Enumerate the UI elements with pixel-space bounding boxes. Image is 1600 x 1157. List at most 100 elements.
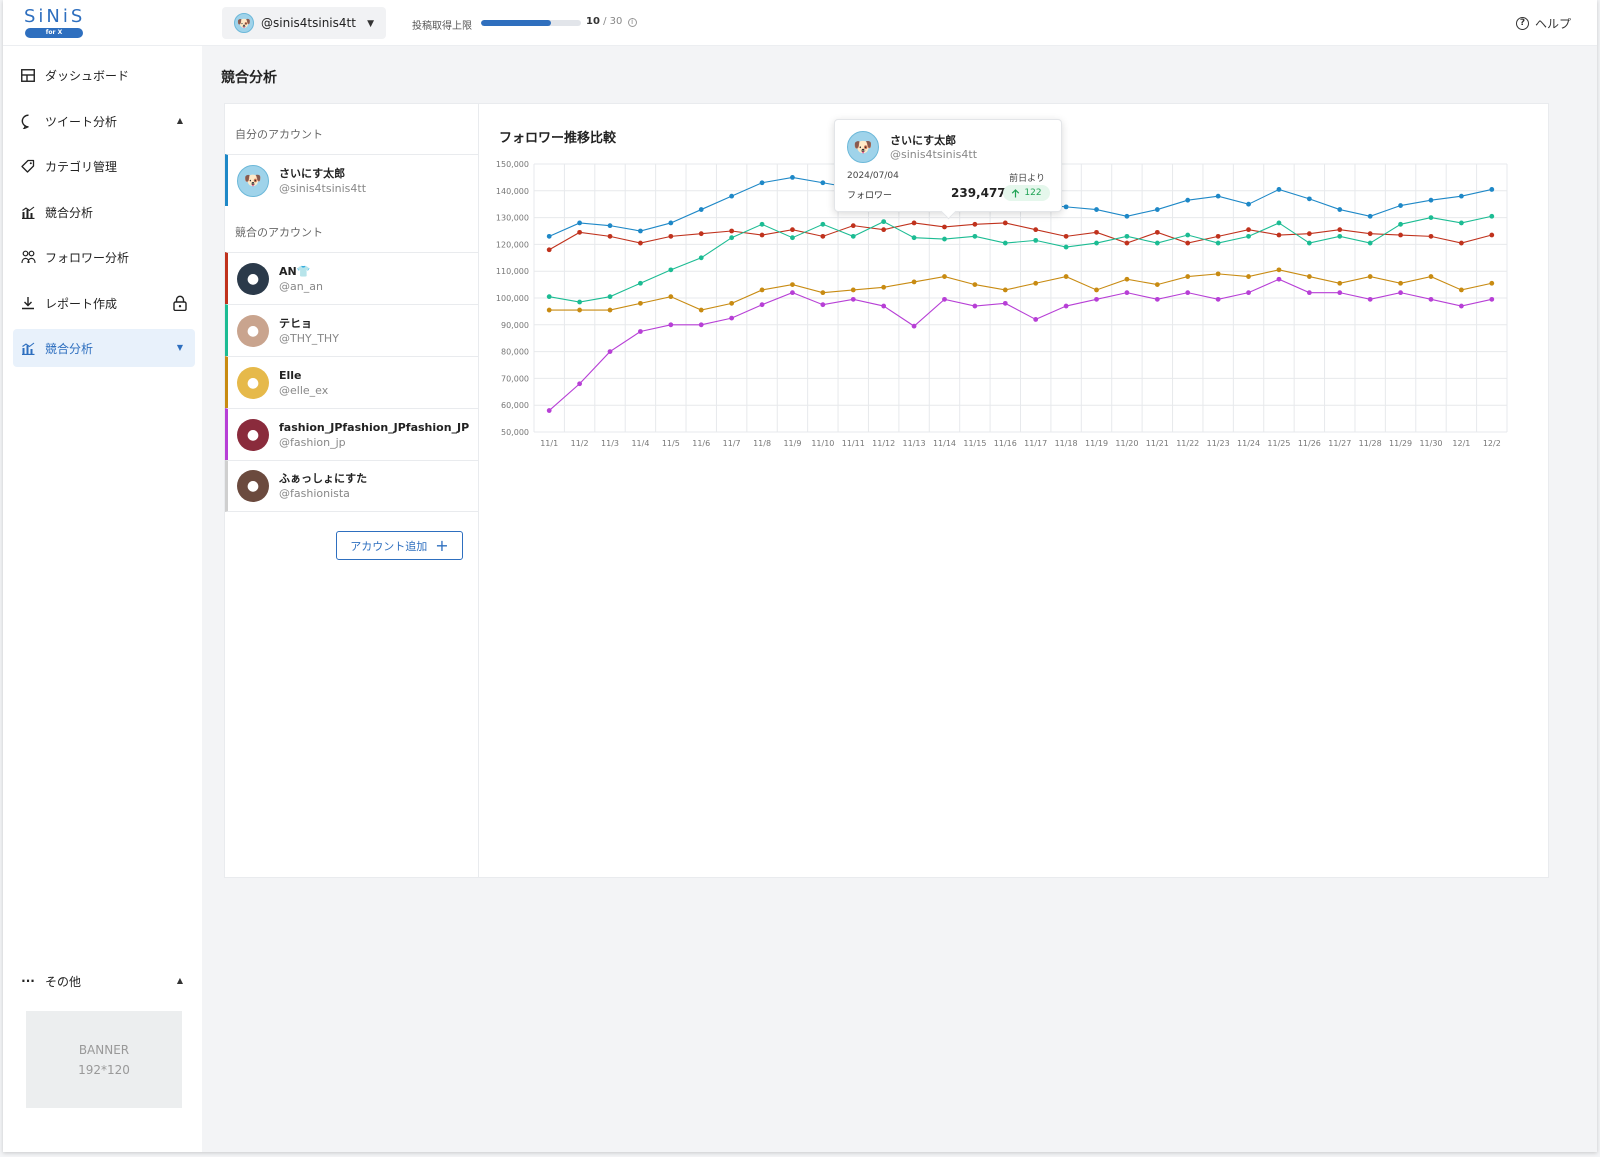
competitor-row[interactable]: ● ふぁっしょにすた @fashionista [225, 460, 478, 512]
series-point [1154, 282, 1160, 287]
avatar: ● [237, 470, 269, 502]
series-point [577, 381, 583, 387]
app-logo[interactable]: SiNiS for X [24, 8, 84, 38]
help-link[interactable]: ? ヘルプ [1515, 15, 1571, 32]
series-point [698, 255, 704, 261]
competitor-row[interactable]: ● fashion_JPfashion_JPfashion_JP @fashio… [225, 408, 478, 460]
sidebar-item-label: カテゴリ管理 [45, 159, 118, 174]
account-handle: @elle_ex [279, 383, 329, 397]
sidebar-item-label: 競合分析 [45, 341, 94, 356]
x-tick-label: 12/1 [1452, 439, 1470, 448]
sidebar-item-tweet-analysis[interactable]: ツイート分析 ▲ [13, 102, 195, 140]
sidebar-item-label: ダッシュボード [45, 68, 130, 83]
series-point [729, 315, 735, 321]
series-point [820, 221, 826, 227]
series-point [850, 296, 856, 302]
ad-banner[interactable]: BANNER 192*120 [26, 1011, 182, 1108]
account-handle: @an_an [279, 279, 323, 293]
sidebar-item-more[interactable]: ··· その他 ▲ [13, 962, 195, 1000]
account-name: テヒョ [279, 316, 312, 330]
tooltip-date: 2024/07/04 [847, 171, 899, 181]
y-tick-label: 60,000 [501, 401, 529, 410]
series-point [1276, 220, 1282, 226]
download-icon [20, 295, 36, 311]
expand-arrow-icon[interactable]: ▼ [177, 343, 183, 352]
account-switcher[interactable]: 🐶 @sinis4tsinis4tt ▼ [222, 7, 386, 39]
own-account-row[interactable]: 🐶 さいにす太郎 @sinis4tsinis4tt [225, 154, 478, 206]
series-point [1215, 193, 1221, 199]
series-point [820, 290, 826, 296]
series-point [942, 224, 947, 230]
x-tick-label: 11/16 [994, 439, 1017, 448]
x-tick-label: 11/3 [601, 439, 619, 448]
x-tick-label: 11/15 [963, 439, 986, 448]
series-point [1124, 290, 1130, 296]
series-point [1489, 213, 1495, 219]
x-tick-label: 11/20 [1115, 439, 1138, 448]
series-point [1398, 232, 1403, 238]
sidebar-item-report[interactable]: レポート作成 [13, 284, 195, 322]
series-point [1306, 290, 1312, 296]
info-icon[interactable]: i [627, 18, 637, 27]
quota-label: 投稿取得上限 [412, 21, 472, 32]
series-point [1063, 303, 1069, 309]
arrow-up-icon [1012, 188, 1020, 197]
series-point [1124, 213, 1130, 219]
series-point [607, 223, 613, 229]
avatar: 🐶 [237, 164, 269, 197]
series-point [1094, 229, 1099, 235]
series-point [1185, 232, 1191, 238]
series-point [1398, 290, 1403, 296]
quota-progress-bar [481, 20, 581, 26]
series-point [881, 303, 887, 309]
competitor-row[interactable]: ● Elle @elle_ex [225, 356, 478, 408]
avatar: ● [237, 314, 269, 347]
own-section-label: 自分のアカウント [235, 128, 323, 141]
x-tick-label: 11/7 [723, 439, 741, 448]
tooltip-delta-badge: 122 [1003, 185, 1050, 201]
series-point [1398, 221, 1403, 227]
series-point [1337, 227, 1343, 233]
series-point [1458, 220, 1464, 226]
series-point [1063, 274, 1069, 279]
series-point [638, 228, 643, 234]
series-point [1002, 220, 1008, 226]
competitor-row[interactable]: ● AN👕 @an_an [225, 252, 478, 304]
series-point [1458, 287, 1464, 293]
x-tick-label: 11/27 [1328, 439, 1351, 448]
collapse-arrow-icon[interactable]: ▲ [177, 116, 183, 125]
series-point [911, 323, 917, 329]
series-point [911, 220, 917, 226]
series-point [942, 236, 947, 242]
series-point [972, 233, 978, 239]
series-point [1489, 280, 1495, 286]
series-point [820, 180, 826, 186]
sidebar-item-competitor-active[interactable]: 競合分析 ▼ [13, 329, 195, 367]
sidebar-item-dashboard[interactable]: ダッシュボード [13, 56, 195, 94]
series-point [790, 235, 795, 241]
chart-title: フォロワー推移比較 [499, 131, 617, 146]
add-account-button[interactable]: アカウント追加 + [336, 531, 463, 560]
y-tick-label: 120,000 [496, 240, 529, 249]
y-tick-label: 50,000 [501, 428, 529, 437]
sidebar-item-label: 競合分析 [45, 205, 94, 220]
series-point [1124, 240, 1130, 246]
series-point [759, 221, 765, 227]
series-point [1063, 233, 1069, 239]
series-point [1246, 227, 1251, 233]
series-point [759, 180, 765, 186]
series-point [1458, 193, 1464, 199]
sidebar-item-category[interactable]: カテゴリ管理 [13, 147, 195, 185]
competitor-row[interactable]: ● テヒョ @THY_THY [225, 304, 478, 356]
series-point [1002, 300, 1008, 306]
series-point [1306, 274, 1312, 279]
x-tick-label: 11/24 [1237, 439, 1260, 448]
collapse-arrow-icon[interactable]: ▲ [177, 976, 183, 985]
series-point [820, 302, 826, 308]
bar-chart-icon [20, 204, 36, 220]
x-tick-label: 11/9 [783, 439, 801, 448]
series-point [1337, 207, 1343, 212]
sidebar-item-competitor[interactable]: 競合分析 [13, 193, 195, 231]
series-point [790, 175, 795, 180]
sidebar-item-follower-analysis[interactable]: フォロワー分析 [13, 238, 195, 276]
